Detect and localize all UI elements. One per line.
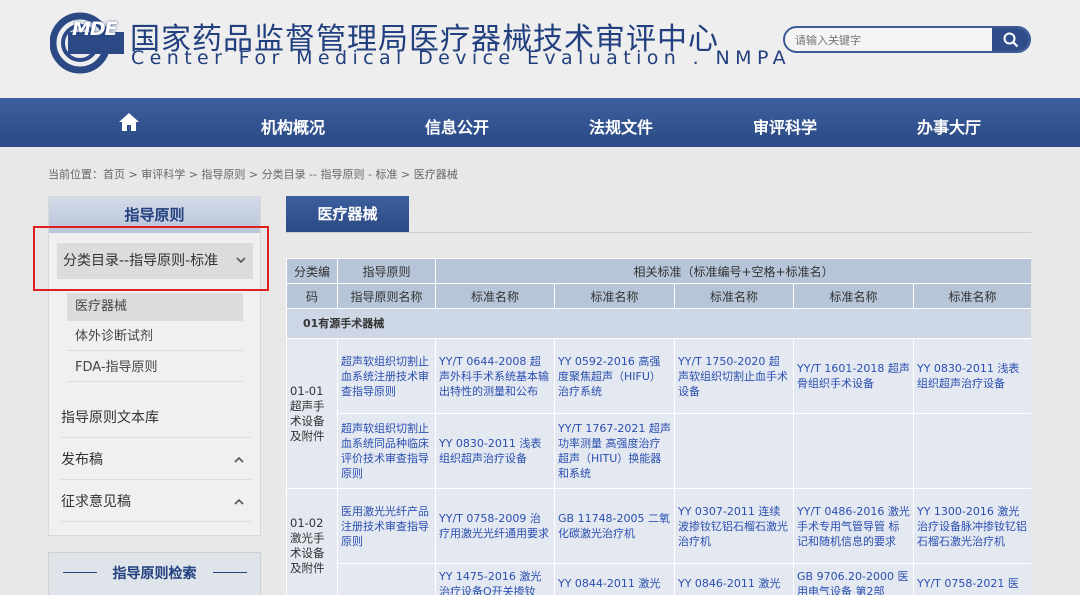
nav-item-about[interactable]: 机构概况: [261, 114, 325, 138]
sidebar-item-library[interactable]: 指导原则文本库: [61, 398, 251, 438]
standard-link[interactable]: YY 1475-2016 激光治疗设备Q开关掺钕: [435, 563, 555, 595]
standard-link[interactable]: YY/T 0758-2021 医: [912, 563, 1031, 595]
divider: [213, 572, 247, 573]
column-header: 指导原则: [337, 258, 436, 284]
tab-medical-devices[interactable]: 医疗器械: [286, 196, 409, 233]
table-row: YY 1475-2016 激光治疗设备Q开关掺钕 YY 0844-2011 激光…: [287, 563, 1031, 595]
chevron-up-icon: [233, 482, 245, 539]
column-header: 标准名称: [674, 283, 794, 309]
guide-link[interactable]: 超声软组织切割止血系统同品种临床评价技术审查指导原则: [337, 413, 436, 489]
standard-link: [674, 413, 794, 489]
standard-link[interactable]: YY 1300-2016 激光治疗设备脉冲掺钕钇铝石榴石激光治疗机: [912, 488, 1031, 564]
nav-item-info[interactable]: 信息公开: [425, 114, 489, 138]
guide-link[interactable]: 超声软组织切割止血系统注册技术审查指导原则: [337, 338, 436, 414]
standard-link[interactable]: GB 9706.20-2000 医用电气设备 第2部: [793, 563, 914, 595]
standard-link[interactable]: YY 0830-2011 浅表组织超声治疗设备: [912, 338, 1031, 414]
divider: [286, 232, 1031, 233]
nav-item-services[interactable]: 办事大厅: [917, 114, 981, 138]
table-row: 01-02激光手术设备及附件 医用激光光纤产品注册技术审查指导原则 YY/T 0…: [286, 488, 1031, 595]
standard-link[interactable]: YY/T 1767-2021 超声 功率测量 高强度治疗超声（HITU）换能器和…: [554, 413, 675, 489]
standard-link[interactable]: YY 0846-2011 激光: [674, 563, 794, 595]
sidebar-item-drafts[interactable]: 征求意见稿: [61, 482, 251, 522]
standard-link[interactable]: YY 0844-2011 激光: [554, 563, 675, 595]
sidebar-item-label: 指导原则文本库: [61, 410, 159, 426]
column-header: 标准名称: [912, 283, 1031, 309]
site-header: MDE 国家药品监督管理局医疗器械技术审评中心 Center For Medic…: [0, 0, 1080, 98]
guide-link: [337, 563, 436, 595]
sidebar-item-published[interactable]: 发布稿: [61, 440, 251, 480]
main-nav: 机构概况 信息公开 法规文件 审评科学 办事大厅: [0, 98, 1080, 147]
standard-link[interactable]: YY/T 0758-2009 治疗用激光光纤通用要求: [435, 488, 555, 564]
standard-link[interactable]: YY 0830-2011 浅表组织超声治疗设备: [435, 413, 555, 489]
guideline-search-title: 指导原则检索: [112, 566, 197, 582]
standard-link[interactable]: YY/T 0486-2016 激光手术专用气管导管 标记和随机信息的要求: [793, 488, 914, 564]
search-icon: [1003, 32, 1018, 47]
standards-table: 分类编 指导原则 相关标准（标准编号+空格+标准名） 码 指导原则名称 标准名称…: [286, 258, 1031, 595]
table-row: 01-01超声手术设备及附件 超声软组织切割止血系统注册技术审查指导原则 YY/…: [286, 338, 1031, 489]
standard-link: [912, 413, 1031, 489]
standard-link[interactable]: YY 0307-2011 连续波掺钕钇铝石榴石激光治疗机: [674, 488, 794, 564]
sidebar-sub-fda[interactable]: FDA-指导原则: [67, 354, 243, 382]
column-header: 相关标准（标准编号+空格+标准名）: [434, 258, 1031, 284]
search-box: [783, 26, 1031, 53]
search-input[interactable]: [795, 32, 985, 49]
sidebar-sub-medical-devices[interactable]: 医疗器械: [67, 293, 243, 321]
sidebar-sub-ivd[interactable]: 体外诊断试剂: [67, 323, 243, 351]
sidebar-item-label: 发布稿: [61, 452, 103, 468]
standard-link[interactable]: YY/T 1601-2018 超声骨组织手术设备: [793, 338, 914, 414]
home-icon: [119, 113, 139, 131]
standard-link[interactable]: GB 11748-2005 二氧化碳激光治疗机: [554, 488, 675, 564]
breadcrumb: 当前位置：首页 > 审评科学 > 指导原则 > 分类目录 -- 指导原则 - 标…: [48, 168, 458, 181]
standard-link: [793, 413, 914, 489]
guideline-search-panel[interactable]: 指导原则检索: [48, 552, 261, 595]
nav-item-science[interactable]: 审评科学: [753, 114, 817, 138]
standard-link[interactable]: YY 0592-2016 高强度聚焦超声（HIFU）治疗系统: [554, 338, 675, 414]
column-header: 码: [286, 283, 338, 309]
table-row: 超声软组织切割止血系统同品种临床评价技术审查指导原则 YY 0830-2011 …: [287, 413, 1031, 489]
sidebar-item-label: 征求意见稿: [61, 494, 131, 510]
site-subtitle: Center For Medical Device Evaluation . N…: [131, 47, 791, 69]
column-header: 分类编: [286, 258, 338, 284]
column-header: 指导原则名称: [337, 283, 436, 309]
standard-link[interactable]: YY/T 1750-2020 超声软组织切割止血手术设备: [674, 338, 794, 414]
logo-text: MDE: [72, 18, 118, 40]
highlight-annotation: [33, 226, 269, 291]
column-header: 标准名称: [435, 283, 555, 309]
nav-home[interactable]: [118, 112, 140, 136]
category-cell: 01-02激光手术设备及附件: [286, 488, 338, 595]
nav-item-regulations[interactable]: 法规文件: [589, 114, 653, 138]
category-cell: 01-01超声手术设备及附件: [286, 338, 338, 489]
standards-table-container: 分类编 指导原则 相关标准（标准编号+空格+标准名） 码 指导原则名称 标准名称…: [286, 258, 1031, 595]
standard-link[interactable]: YY/T 0644-2008 超声外科手术系统基本输出特性的测量和公布: [435, 338, 555, 414]
column-header: 标准名称: [793, 283, 914, 309]
group-row: 01有源手术器械: [286, 308, 1031, 339]
column-header: 标准名称: [554, 283, 675, 309]
search-button[interactable]: [992, 28, 1029, 51]
guide-link[interactable]: 医用激光光纤产品注册技术审查指导原则: [337, 488, 436, 564]
